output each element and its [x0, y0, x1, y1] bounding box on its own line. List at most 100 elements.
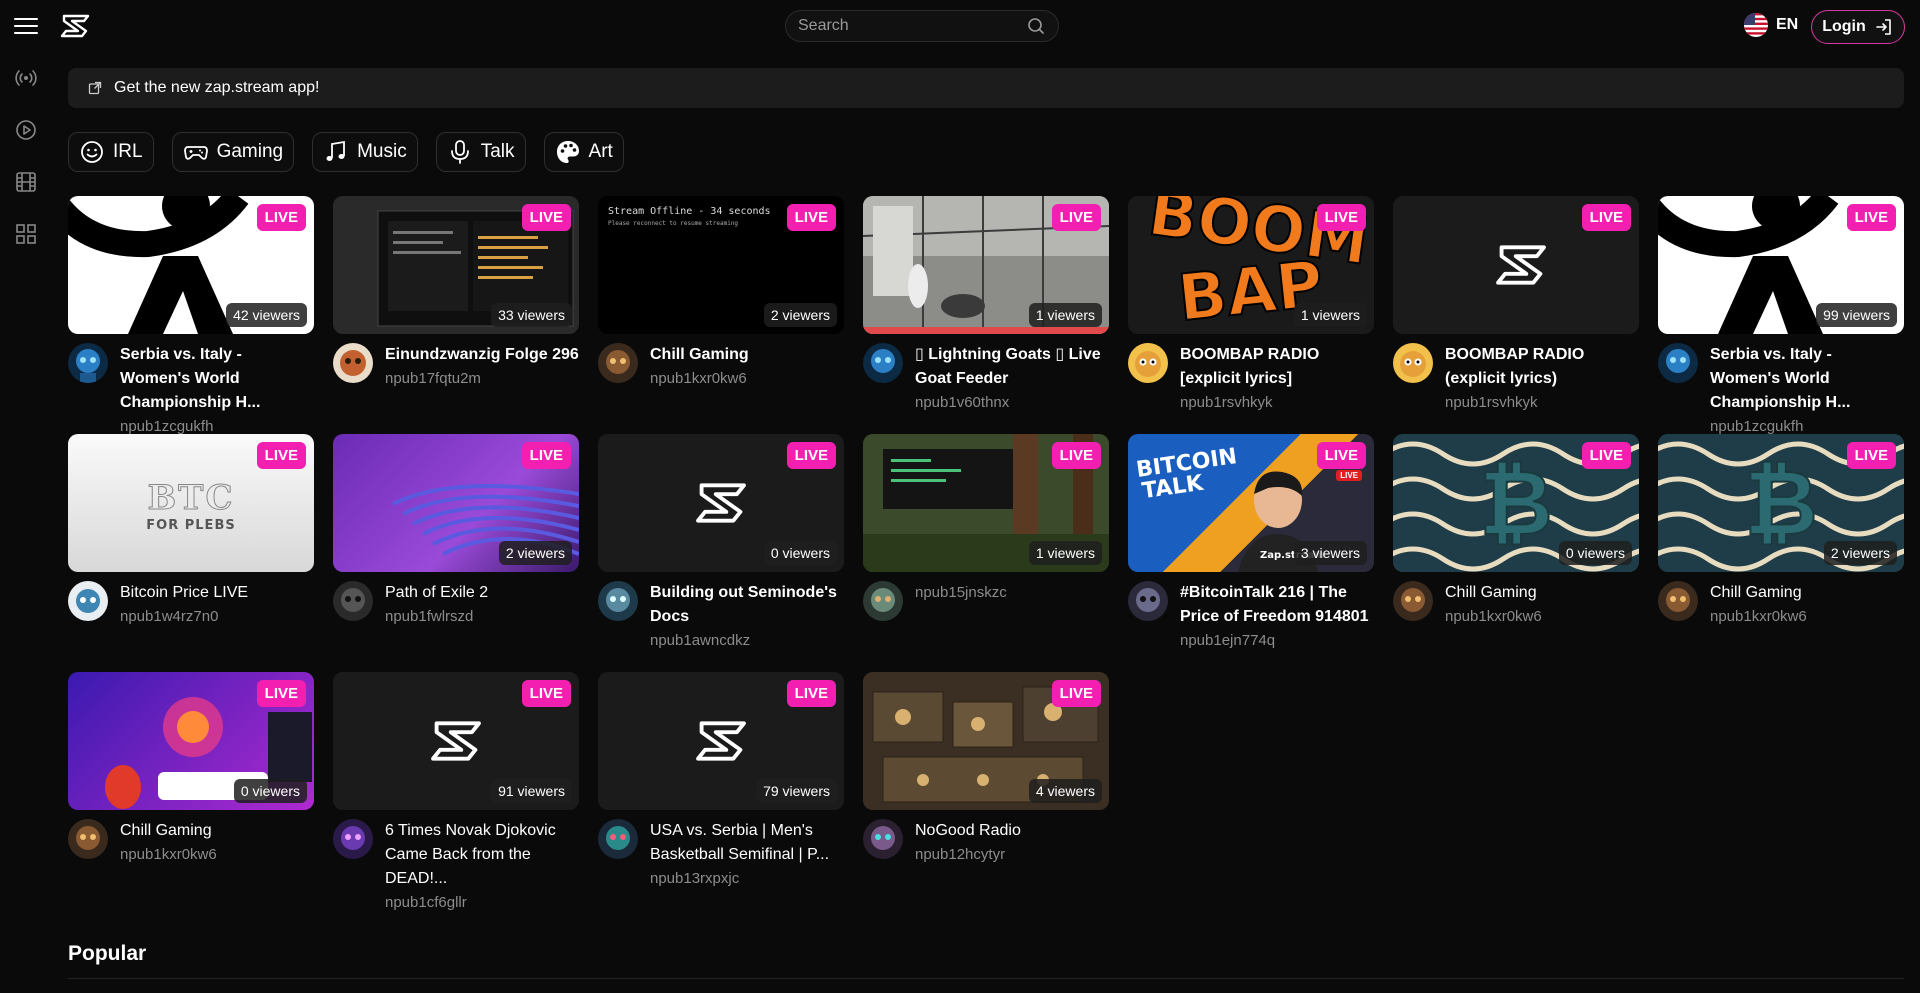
- stream-author[interactable]: npub1v60thnx: [915, 392, 1109, 414]
- avatar[interactable]: [1393, 581, 1433, 621]
- menu-icon[interactable]: [14, 14, 38, 38]
- stream-title[interactable]: Building out Seminode's Docs: [650, 581, 844, 629]
- palette-icon: [556, 141, 579, 163]
- category-art[interactable]: Art: [543, 132, 624, 172]
- avatar[interactable]: [863, 343, 903, 383]
- stream-author[interactable]: npub1kxr0kw6: [650, 368, 844, 390]
- stream-title[interactable]: NoGood Radio: [915, 819, 1109, 843]
- stream-author[interactable]: npub12hcytyr: [915, 844, 1109, 866]
- search-icon[interactable]: [1026, 16, 1046, 36]
- category-irl[interactable]: IRL: [68, 132, 154, 172]
- stream-author[interactable]: npub1awncdkz: [650, 630, 844, 652]
- category-bar: IRL Gaming Music Talk Art: [68, 132, 624, 172]
- stream-title[interactable]: Bitcoin Price LIVE: [120, 581, 314, 605]
- smile-icon: [81, 141, 103, 163]
- avatar[interactable]: [1658, 343, 1698, 383]
- stream-author[interactable]: npub1kxr0kw6: [1710, 606, 1904, 628]
- avatar[interactable]: [1128, 343, 1168, 383]
- category-music[interactable]: Music: [312, 132, 418, 172]
- stream-thumbnail[interactable]: LIVE 1 viewers: [863, 434, 1109, 572]
- stream-author[interactable]: npub1kxr0kw6: [1445, 606, 1639, 628]
- stream-title[interactable]: Chill Gaming: [1710, 581, 1904, 605]
- search-input[interactable]: [798, 17, 1026, 35]
- stream-thumbnail[interactable]: LIVE 99 viewers: [1658, 196, 1904, 334]
- avatar[interactable]: [333, 581, 373, 621]
- stream-author[interactable]: npub1w4rz7n0: [120, 606, 314, 628]
- stream-thumbnail[interactable]: LIVE 1 viewers: [863, 196, 1109, 334]
- stream-thumbnail[interactable]: LIVE 4 viewers: [863, 672, 1109, 810]
- stream-thumbnail[interactable]: LIVE 33 viewers: [333, 196, 579, 334]
- stream-author[interactable]: npub17fqtu2m: [385, 368, 579, 390]
- avatar[interactable]: [1393, 343, 1433, 383]
- stream-author[interactable]: npub13rxpxjc: [650, 868, 844, 890]
- grid-icon[interactable]: [14, 222, 38, 246]
- avatar[interactable]: [863, 819, 903, 859]
- stream-title[interactable]: Chill Gaming: [650, 343, 844, 367]
- avatar[interactable]: [333, 343, 373, 383]
- live-badge: LIVE: [1316, 204, 1366, 231]
- category-gaming[interactable]: Gaming: [171, 132, 295, 172]
- viewer-count: 0 viewers: [763, 541, 837, 565]
- avatar[interactable]: [68, 343, 108, 383]
- stream-thumbnail[interactable]: LIVE 42 viewers: [68, 196, 314, 334]
- stream-thumbnail[interactable]: BOOM BAP LIVE 1 viewers: [1128, 196, 1374, 334]
- stream-author[interactable]: npub1ejn774q: [1180, 630, 1374, 652]
- stream-title[interactable]: Chill Gaming: [120, 819, 314, 843]
- broadcast-icon[interactable]: [14, 66, 38, 90]
- stream-title[interactable]: 6 Times Novak Djokovic Came Back from th…: [385, 819, 579, 891]
- avatar[interactable]: [1658, 581, 1698, 621]
- stream-author[interactable]: npub1rsvhkyk: [1445, 392, 1639, 414]
- stream-title[interactable]: ▯ Lightning Goats ▯ Live Goat Feeder: [915, 343, 1109, 391]
- viewer-count: 1 viewers: [1028, 541, 1102, 565]
- search-bar[interactable]: [785, 10, 1059, 42]
- avatar[interactable]: [1128, 581, 1168, 621]
- live-badge: LIVE: [256, 680, 306, 707]
- svg-text:₿: ₿: [1744, 451, 1817, 556]
- stream-title[interactable]: Path of Exile 2: [385, 581, 579, 605]
- live-badge: LIVE: [521, 680, 571, 707]
- stream-thumbnail[interactable]: BTC FOR PLEBS LIVE: [68, 434, 314, 572]
- stream-thumbnail[interactable]: BITCOIN TALK Zap.stream LIVE LIVE 3 view…: [1128, 434, 1374, 572]
- category-talk[interactable]: Talk: [435, 132, 526, 172]
- live-badge: LIVE: [1051, 442, 1101, 469]
- stream-thumbnail[interactable]: ₿ LIVE 0 viewers: [1393, 434, 1639, 572]
- stream-thumbnail[interactable]: LIVE: [1393, 196, 1639, 334]
- stream-thumbnail[interactable]: Stream Offline - 34 seconds Please recon…: [598, 196, 844, 334]
- stream-thumbnail[interactable]: LIVE 2 viewers: [333, 434, 579, 572]
- avatar[interactable]: [68, 581, 108, 621]
- stream-thumbnail[interactable]: LIVE 0 viewers: [68, 672, 314, 810]
- stream-author[interactable]: npub1kxr0kw6: [120, 844, 314, 866]
- stream-thumbnail[interactable]: LIVE 0 viewers: [598, 434, 844, 572]
- avatar[interactable]: [598, 581, 638, 621]
- app-download-banner[interactable]: Get the new zap.stream app!: [68, 68, 1904, 108]
- stream-title[interactable]: Chill Gaming: [1445, 581, 1639, 605]
- external-link-icon: [88, 81, 102, 95]
- stream-author[interactable]: npub15jnskzc: [915, 582, 1109, 604]
- play-circle-icon[interactable]: [14, 118, 38, 142]
- stream-thumbnail[interactable]: ₿ LIVE 2 viewers: [1658, 434, 1904, 572]
- stream-author[interactable]: npub1cf6gllr: [385, 892, 579, 914]
- avatar[interactable]: [863, 581, 903, 621]
- stream-title[interactable]: Einundzwanzig Folge 296: [385, 343, 579, 367]
- stream-author[interactable]: npub1fwlrszd: [385, 606, 579, 628]
- avatar[interactable]: [68, 819, 108, 859]
- login-icon: [1875, 19, 1891, 35]
- login-button[interactable]: Login: [1811, 10, 1905, 44]
- stream-title[interactable]: USA vs. Serbia | Men's Basketball Semifi…: [650, 819, 844, 867]
- stream-thumbnail[interactable]: LIVE 91 viewers: [333, 672, 579, 810]
- stream-title[interactable]: Serbia vs. Italy - Women's World Champio…: [1710, 343, 1904, 415]
- stream-title[interactable]: BOOMBAP RADIO [explicit lyrics]: [1180, 343, 1374, 391]
- stream-author[interactable]: npub1rsvhkyk: [1180, 392, 1374, 414]
- viewer-count: 99 viewers: [1816, 303, 1897, 327]
- film-icon[interactable]: [14, 170, 38, 194]
- stream-title[interactable]: BOOMBAP RADIO (explicit lyrics): [1445, 343, 1639, 391]
- stream-card: LIVE 4 viewers NoGood Radio npub12hcytyr: [863, 672, 1109, 866]
- stream-title[interactable]: #BitcoinTalk 216 | The Price of Freedom …: [1180, 581, 1374, 629]
- stream-title[interactable]: Serbia vs. Italy - Women's World Champio…: [120, 343, 314, 415]
- zap-stream-logo[interactable]: [58, 12, 92, 40]
- avatar[interactable]: [598, 343, 638, 383]
- stream-thumbnail[interactable]: LIVE 79 viewers: [598, 672, 844, 810]
- avatar[interactable]: [598, 819, 638, 859]
- language-selector[interactable]: EN: [1744, 13, 1798, 37]
- avatar[interactable]: [333, 819, 373, 859]
